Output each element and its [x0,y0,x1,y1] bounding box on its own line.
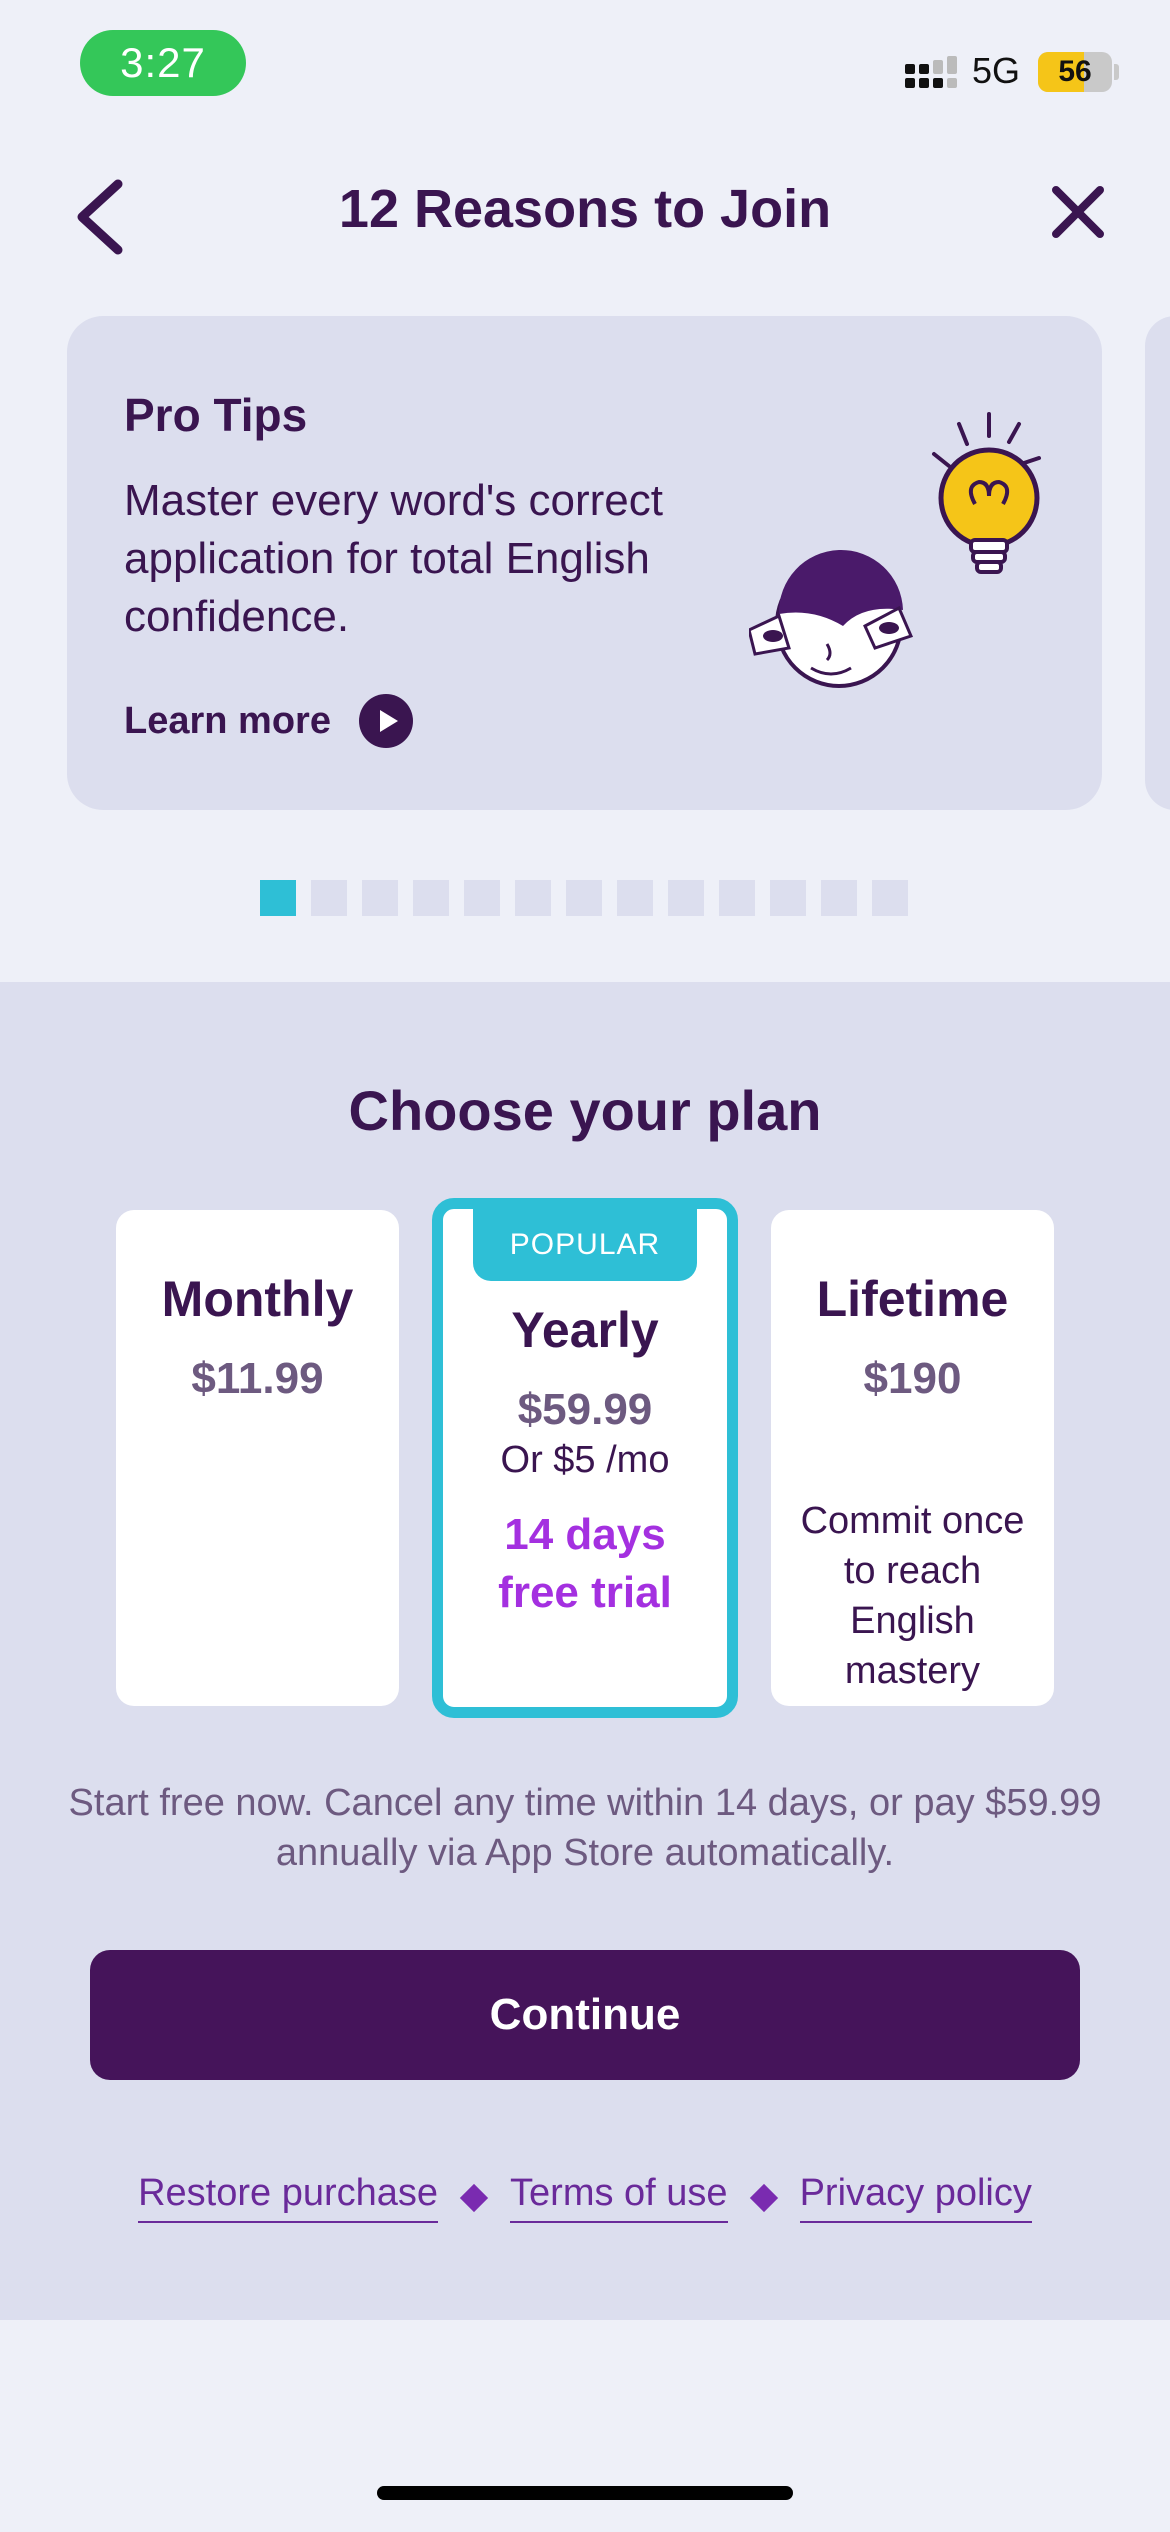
carousel-dot[interactable] [311,880,347,916]
plan-price: $11.99 [191,1354,324,1403]
carousel-dot[interactable] [413,880,449,916]
plan-card-yearly[interactable]: POPULAR Yearly $59.99 Or $5 /mo 14 days … [432,1198,738,1718]
plan-section: Choose your plan Monthly $11.99 POPULAR … [0,982,1170,2320]
reason-card[interactable]: Pro Tips Master every word's correct app… [67,316,1102,810]
carousel-dot[interactable] [260,880,296,916]
reason-title: Pro Tips [124,389,308,441]
carousel-dot[interactable] [617,880,653,916]
learn-more-label: Learn more [124,699,331,742]
battery-icon: 56 [1038,52,1112,92]
cellular-signal-icon [905,56,957,88]
close-icon [1052,186,1104,238]
billing-disclaimer: Start free now. Cancel any time within 1… [68,1782,1102,1874]
page-title: 12 Reasons to Join [338,179,832,239]
carousel-dot[interactable] [719,880,755,916]
status-time: 3:27 [80,30,246,96]
plan-name: Yearly [511,1302,659,1358]
diamond-separator-icon [749,2183,778,2212]
diamond-separator-icon [459,2183,489,2212]
battery-level: 56 [1058,55,1092,88]
plan-card-lifetime[interactable]: Lifetime $190 Commit once to reach Engli… [771,1210,1054,1706]
close-button[interactable] [1046,180,1110,244]
free-trial-label: 14 days free trial [498,1510,672,1617]
home-indicator[interactable] [377,2486,793,2500]
carousel-dot[interactable] [515,880,551,916]
plan-name: Monthly [161,1271,354,1327]
carousel-dot[interactable] [770,880,806,916]
terms-of-use-link[interactable]: Terms of use [510,2172,728,2223]
carousel-dot[interactable] [872,880,908,916]
carousel-dot[interactable] [821,880,857,916]
carousel-dot[interactable] [464,880,500,916]
back-button[interactable] [66,172,136,262]
carousel-dot[interactable] [566,880,602,916]
carousel-pagination [260,880,908,916]
privacy-policy-link[interactable]: Privacy policy [799,2172,1032,2223]
battery-tip [1114,64,1119,80]
continue-button[interactable]: Continue [90,1950,1080,2080]
footer-links: Restore purchase Terms of use Privacy po… [0,2172,1170,2223]
carousel-dot[interactable] [668,880,704,916]
next-reason-card[interactable] [1145,316,1170,810]
carousel-dot[interactable] [362,880,398,916]
play-icon [358,694,413,748]
plan-price: $59.99 [517,1385,653,1434]
plan-per-month: Or $5 /mo [500,1439,670,1481]
learn-more-link[interactable]: Learn more [124,694,413,748]
plan-description: Commit once to reach English mastery [800,1500,1025,1692]
plan-card-monthly[interactable]: Monthly $11.99 [116,1210,399,1706]
character-lightbulb-illustration [749,412,1041,688]
reason-description: Master every word's correct application … [124,476,663,641]
status-bar: 3:27 5G 56 [0,0,1170,130]
network-type: 5G [972,50,1021,91]
plan-name: Lifetime [816,1271,1009,1327]
plan-heading: Choose your plan [348,1079,822,1142]
plan-price: $190 [863,1354,962,1403]
popular-badge: POPULAR [473,1209,697,1281]
restore-purchase-link[interactable]: Restore purchase [138,2172,439,2223]
chevron-left-icon [77,179,123,255]
